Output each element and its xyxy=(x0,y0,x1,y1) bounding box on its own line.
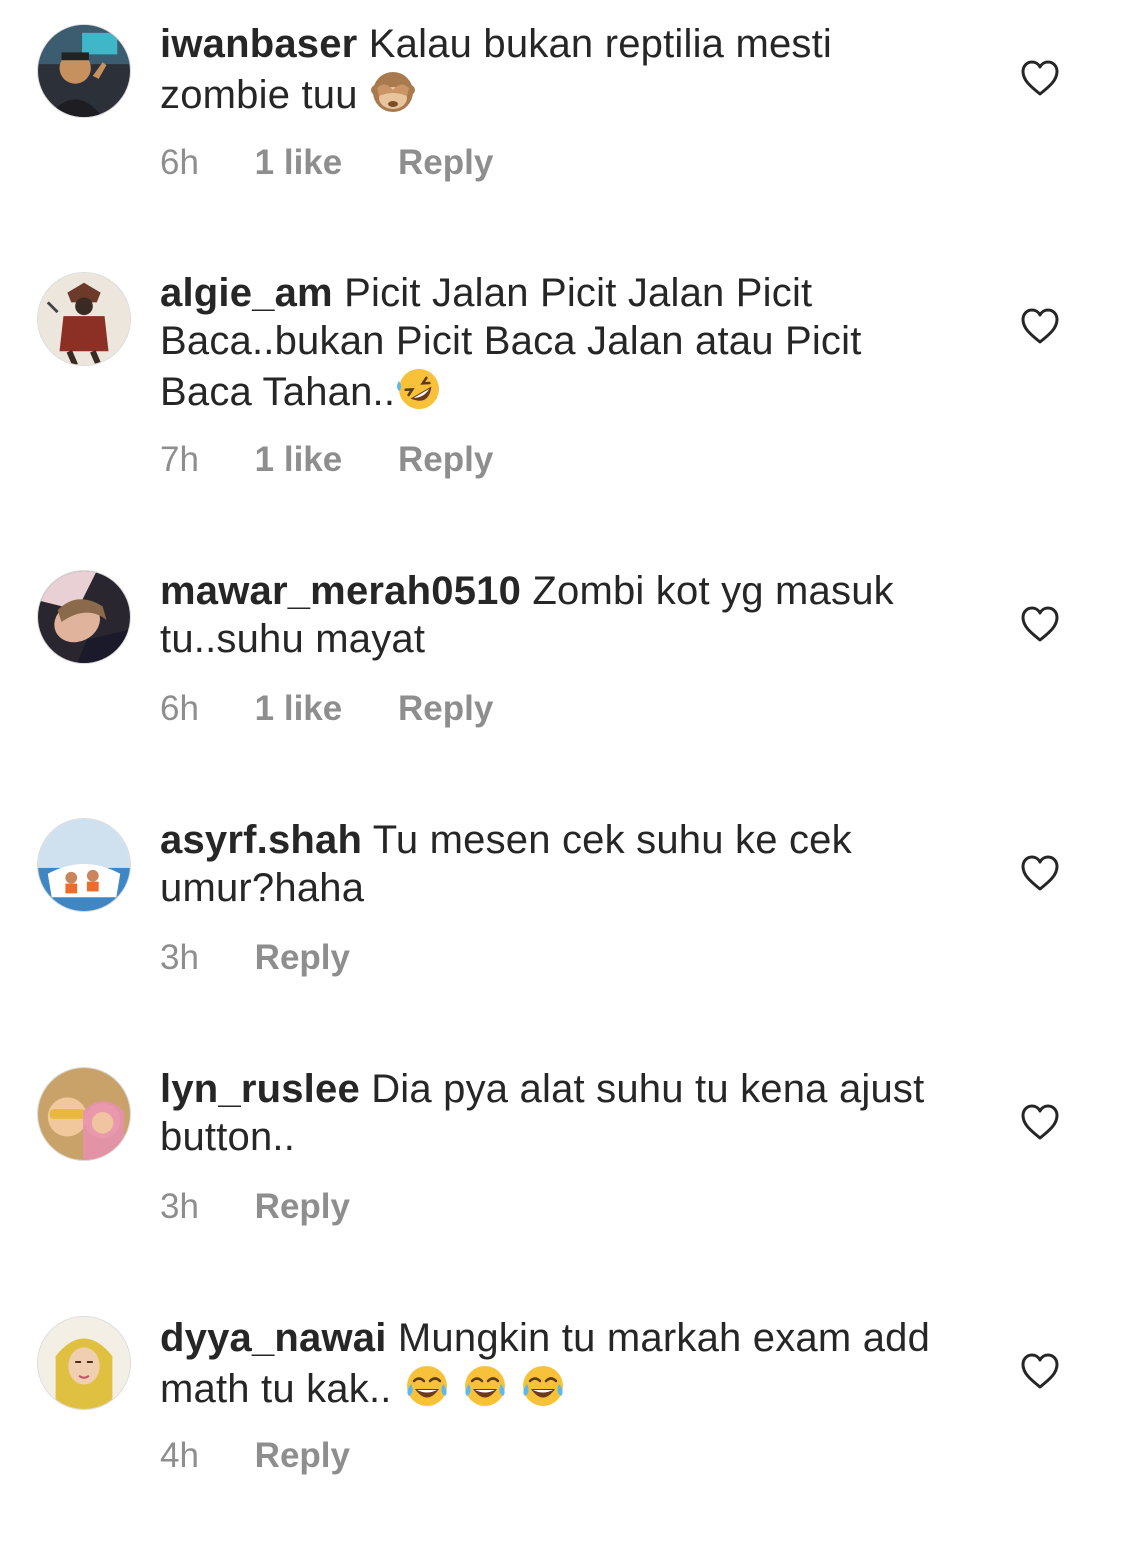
avatar[interactable] xyxy=(37,1067,131,1161)
heart-outline-icon[interactable] xyxy=(1020,59,1060,97)
comment-text: dyya_nawai Mungkin tu markah exam add ma… xyxy=(160,1314,960,1413)
comment-meta: 6h 1 like Reply xyxy=(160,143,539,183)
comment-time: 4h xyxy=(160,1436,199,1475)
comment-meta: 4h Reply xyxy=(160,1436,396,1476)
comment-username[interactable]: lyn_ruslee xyxy=(160,1067,360,1111)
comment-time: 3h xyxy=(160,1187,199,1226)
heart-outline-icon[interactable] xyxy=(1020,854,1060,892)
reply-button[interactable]: Reply xyxy=(398,440,493,480)
comment-text: iwanbaser Kalau bukan reptilia mesti zom… xyxy=(160,20,960,119)
tears-of-joy-icon xyxy=(403,1362,451,1410)
reply-button[interactable]: Reply xyxy=(255,938,350,978)
tears-of-joy-icon xyxy=(519,1362,567,1410)
comment-text: algie_am Picit Jalan Picit Jalan Picit B… xyxy=(160,269,960,416)
comment-username[interactable]: asyrf.shah xyxy=(160,818,362,862)
comment-username[interactable]: dyya_nawai xyxy=(160,1316,387,1360)
comment-time: 7h xyxy=(160,440,199,479)
reply-button[interactable]: Reply xyxy=(398,689,493,729)
heart-outline-icon[interactable] xyxy=(1020,605,1060,643)
comment-likes[interactable]: 1 like xyxy=(255,689,343,729)
comment-meta: 3h Reply xyxy=(160,1187,396,1227)
comment-time: 3h xyxy=(160,938,199,977)
reply-button[interactable]: Reply xyxy=(398,143,493,183)
comment-username[interactable]: iwanbaser xyxy=(160,22,357,66)
rolling-on-floor-laughing-icon xyxy=(395,365,443,413)
comment-meta: 6h 1 like Reply xyxy=(160,689,539,729)
comment-text: asyrf.shah Tu mesen cek suhu ke cek umur… xyxy=(160,816,960,912)
comment-meta: 3h Reply xyxy=(160,938,396,978)
reply-button[interactable]: Reply xyxy=(255,1187,350,1227)
heart-outline-icon[interactable] xyxy=(1020,307,1060,345)
avatar[interactable] xyxy=(37,570,131,664)
comment-username[interactable]: mawar_merah0510 xyxy=(160,569,521,613)
avatar[interactable] xyxy=(37,818,131,912)
comment-text: mawar_merah0510 Zombi kot yg masuk tu..s… xyxy=(160,567,960,663)
comment-likes[interactable]: 1 like xyxy=(255,143,343,183)
tears-of-joy-icon xyxy=(461,1362,509,1410)
avatar[interactable] xyxy=(37,272,131,366)
comment-time: 6h xyxy=(160,689,199,728)
heart-outline-icon[interactable] xyxy=(1020,1103,1060,1141)
see-no-evil-monkey-icon xyxy=(369,68,417,116)
comment-meta: 7h 1 like Reply xyxy=(160,440,539,480)
comment-username[interactable]: algie_am xyxy=(160,271,333,315)
heart-outline-icon[interactable] xyxy=(1020,1352,1060,1390)
comment-time: 6h xyxy=(160,143,199,182)
avatar[interactable] xyxy=(37,24,131,118)
reply-button[interactable]: Reply xyxy=(255,1436,350,1476)
comment-likes[interactable]: 1 like xyxy=(255,440,343,480)
avatar[interactable] xyxy=(37,1316,131,1410)
comment-text: lyn_ruslee Dia pya alat suhu tu kena aju… xyxy=(160,1065,960,1161)
